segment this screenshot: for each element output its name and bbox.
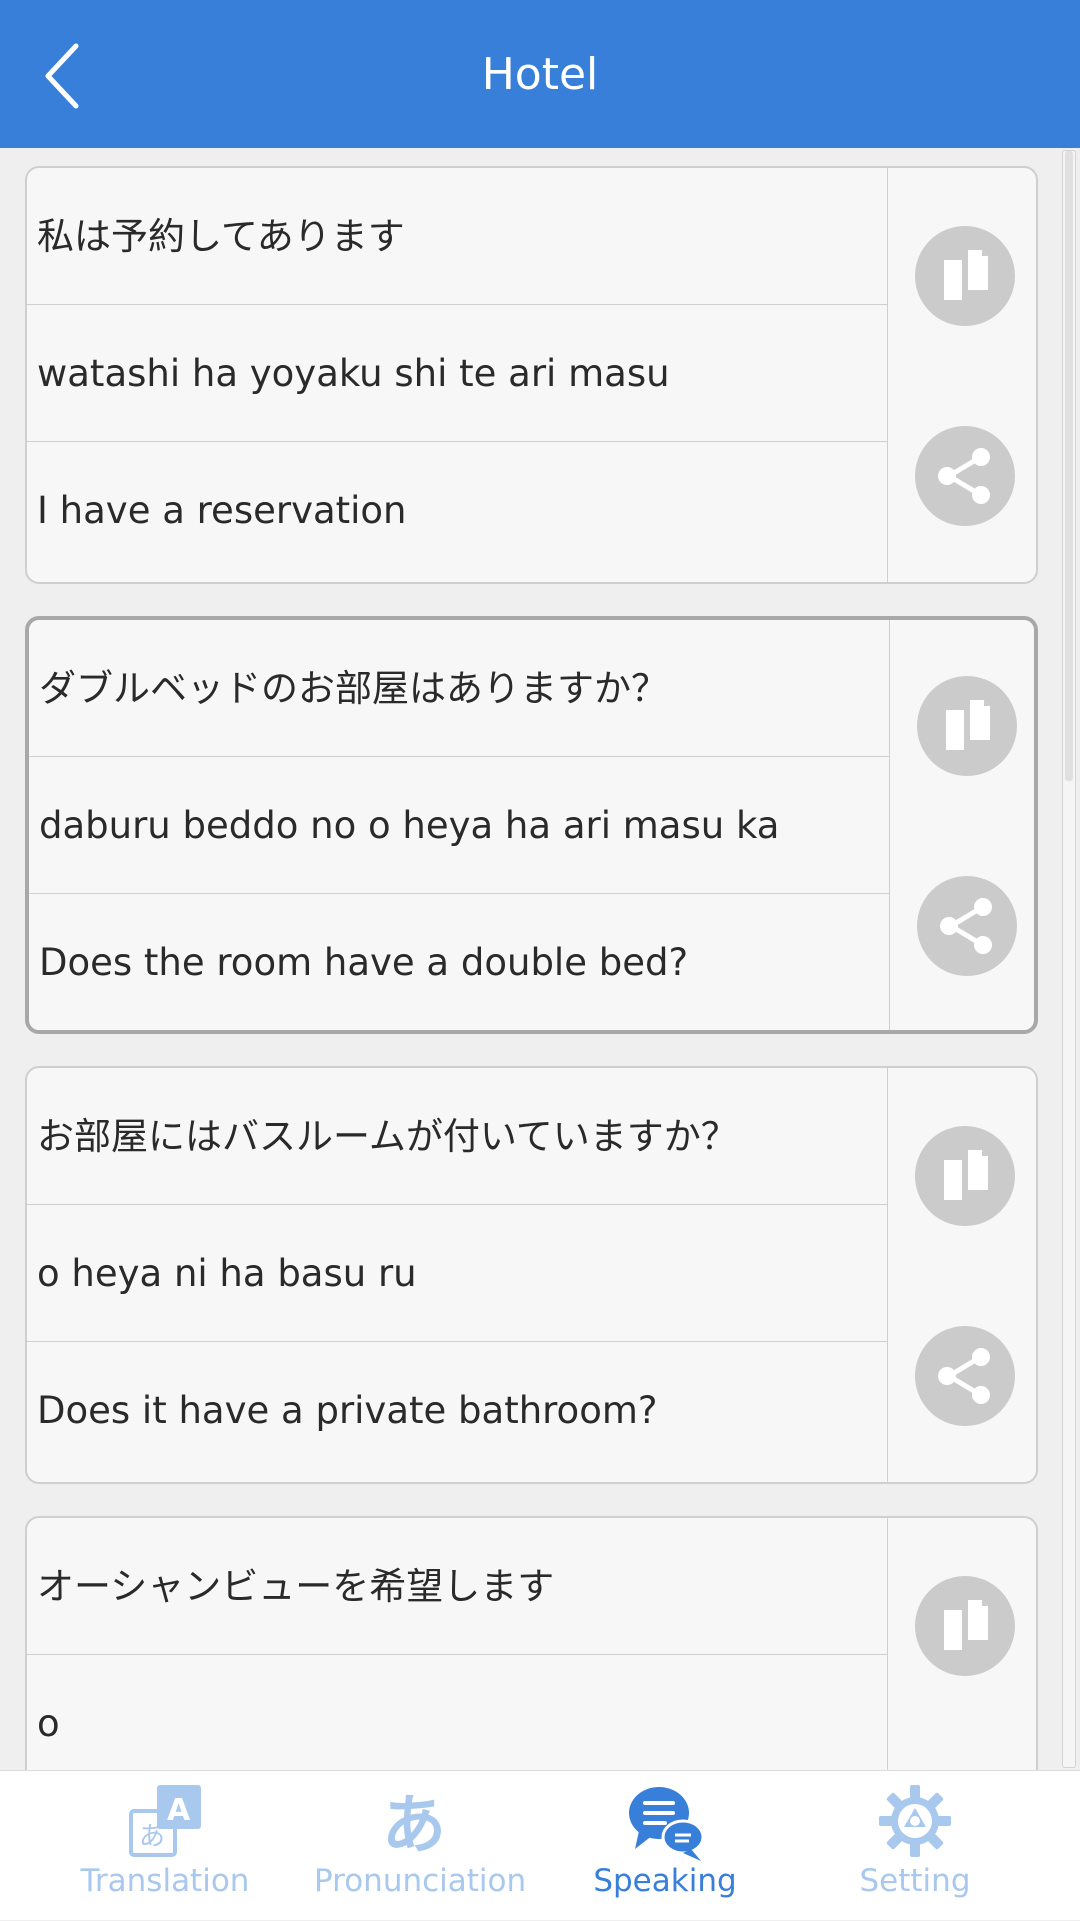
phrase-list[interactable]: 私は予約してあります watashi ha yoyaku shi te ari … (0, 148, 1080, 1770)
gear-icon (879, 1785, 951, 1857)
translation-icon: あ A (129, 1785, 201, 1857)
copy-icon (944, 250, 988, 300)
phrase-text-rows: オーシャンビューを希望します o (27, 1518, 888, 1770)
copy-button[interactable] (917, 676, 1017, 776)
phrase-card[interactable]: 私は予約してあります watashi ha yoyaku shi te ari … (25, 166, 1038, 584)
hiragana-icon: あ (382, 1789, 446, 1859)
phrase-card-selected[interactable]: ダブルベッドのお部屋はありますか？ daburu beddo no o heya… (25, 616, 1038, 1034)
japanese-text: お部屋にはバスルームが付いていますか？ (27, 1068, 887, 1205)
nav-label-speaking: Speaking (593, 1863, 737, 1899)
page-title: Hotel (481, 49, 599, 100)
nav-tab-setting[interactable]: Setting (815, 1771, 1015, 1921)
nav-label-translation: Translation (80, 1863, 250, 1899)
share-icon (938, 448, 990, 504)
english-text: Does it have a private bathroom? (37, 1389, 658, 1432)
nav-tab-pronunciation[interactable]: あ Pronunciation (314, 1771, 527, 1921)
phrase-text-rows: お部屋にはバスルームが付いていますか？ o heya ni ha basu ru… (27, 1068, 888, 1482)
copy-icon (944, 1600, 988, 1650)
share-button[interactable] (915, 426, 1015, 526)
copy-icon (946, 700, 990, 750)
phrase-card[interactable]: オーシャンビューを希望します o (25, 1516, 1038, 1770)
nav-tab-translation[interactable]: あ A Translation (65, 1771, 265, 1921)
romaji-text: daburu beddo no o heya ha ari masu ka (29, 757, 889, 894)
share-icon (940, 898, 992, 954)
nav-label-pronunciation: Pronunciation (314, 1863, 527, 1899)
english-text: I have a reservation (37, 489, 407, 532)
share-button[interactable] (915, 1326, 1015, 1426)
phrase-text-rows: ダブルベッドのお部屋はありますか？ daburu beddo no o heya… (29, 620, 890, 1030)
share-icon (938, 1348, 990, 1404)
english-text: Does the room have a double bed? (39, 941, 689, 984)
svg-text:A: A (167, 1793, 191, 1828)
phrase-text-rows: 私は予約してあります watashi ha yoyaku shi te ari … (27, 168, 888, 582)
top-app-bar: Hotel (0, 0, 1080, 148)
romaji-text: watashi ha yoyaku shi te ari masu (27, 305, 887, 442)
share-button[interactable] (917, 876, 1017, 976)
nav-label-setting: Setting (859, 1863, 971, 1899)
romaji-text: o heya ni ha basu ru (27, 1205, 887, 1342)
copy-icon (944, 1150, 988, 1200)
chat-bubbles-icon (629, 1787, 705, 1861)
copy-button[interactable] (915, 1576, 1015, 1676)
nav-tab-speaking[interactable]: Speaking (565, 1771, 765, 1921)
copy-button[interactable] (915, 1126, 1015, 1226)
japanese-text: 私は予約してあります (27, 168, 887, 305)
japanese-text: ダブルベッドのお部屋はありますか？ (29, 620, 889, 757)
svg-text:あ: あ (382, 1789, 446, 1859)
japanese-text: オーシャンビューを希望します (27, 1518, 887, 1655)
phrase-card[interactable]: お部屋にはバスルームが付いていますか？ o heya ni ha basu ru… (25, 1066, 1038, 1484)
bottom-navigation: あ A Translation あ Pronunciation Speaking (0, 1770, 1080, 1920)
copy-button[interactable] (915, 226, 1015, 326)
scrollbar-thumb[interactable] (1065, 151, 1073, 781)
scrollbar[interactable] (1062, 150, 1076, 1768)
romaji-text: o (27, 1655, 887, 1770)
